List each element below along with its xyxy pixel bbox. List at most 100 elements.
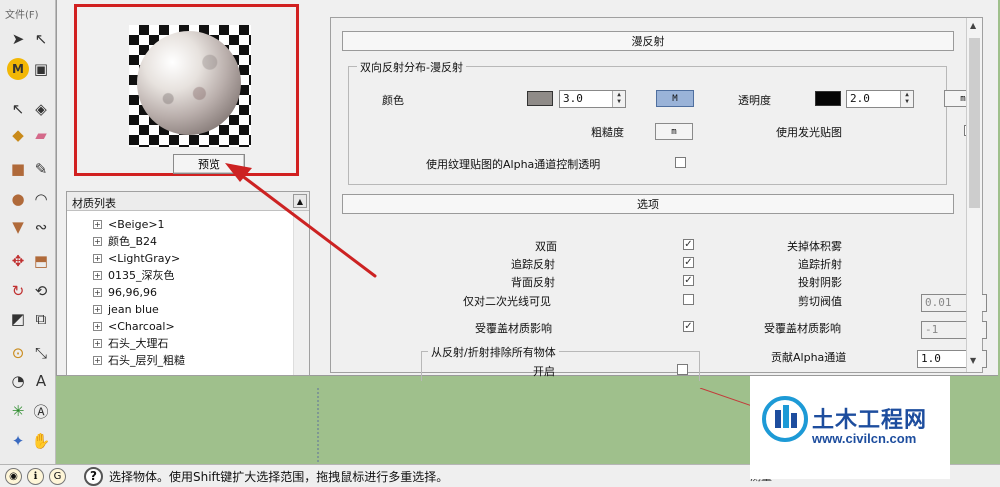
options-section-header[interactable]: 选项 xyxy=(342,194,954,214)
list-item[interactable]: +96,96,96 xyxy=(93,284,157,300)
trace-refraction-label: 追踪折射 xyxy=(798,258,842,271)
preview-sphere xyxy=(137,31,241,135)
material-list-panel: 材质列表 ▲ + <Beige>1 + 颜色_B24 + <LightGray> +0… xyxy=(66,191,310,376)
eraser-icon[interactable]: ▰ xyxy=(30,124,52,146)
list-item[interactable]: + <Charcoal> xyxy=(93,318,175,334)
color-swatch[interactable] xyxy=(527,91,553,106)
move-icon[interactable]: ✥ xyxy=(7,250,29,272)
volume-fog-label: 关掉体积雾 xyxy=(787,240,842,253)
file-menu[interactable]: 文件(F) xyxy=(5,6,39,21)
expand-icon[interactable]: + xyxy=(93,355,102,365)
credits-icon[interactable]: ℹ xyxy=(27,467,44,485)
secondary-rays-label: 仅对二次光线可见 xyxy=(463,295,551,308)
collapse-icon[interactable]: ▲ xyxy=(293,194,307,208)
list-item[interactable]: + jean blue xyxy=(93,301,159,317)
geo-location-icon[interactable]: ◉ xyxy=(5,467,22,485)
double-sided-label: 双面 xyxy=(535,240,557,253)
select-tool-icon[interactable]: ↖ xyxy=(7,98,29,120)
scroll-thumb[interactable] xyxy=(969,38,980,208)
protractor-icon[interactable]: ◔ xyxy=(7,370,29,392)
pencil-icon[interactable]: ✎ xyxy=(30,158,52,180)
circle-icon[interactable]: ● xyxy=(7,188,29,210)
material-list-title: 材质列表 xyxy=(72,197,116,210)
color-label: 颜色 xyxy=(382,94,404,107)
paint-bucket-icon[interactable]: ◆ xyxy=(7,124,29,146)
push-pull-icon[interactable]: ⬒ xyxy=(30,250,52,272)
rectangle-icon[interactable]: ■ xyxy=(7,158,29,180)
transparency-swatch[interactable] xyxy=(815,91,841,106)
expand-icon[interactable]: + xyxy=(93,270,102,280)
left-toolbar: 文件(F) ➤ ↖ M ▣ ↖ ◈ ◆ ▰ ■ ✎ ● ◠ ▼ ∾ ✥ ⬒ ↻ … xyxy=(0,0,56,464)
exclude-objects-title: 从反射/折射排除所有物体 xyxy=(428,344,559,360)
scale-icon[interactable]: ◩ xyxy=(7,308,29,330)
civilcn-logo-icon xyxy=(762,396,808,442)
override-material-right-label: 受覆盖材质影响 xyxy=(764,322,841,335)
secondary-rays-checkbox[interactable] xyxy=(683,294,694,305)
arrow-icon[interactable]: ↖ xyxy=(30,28,52,50)
parameters-scrollbar[interactable]: ▲ ▼ xyxy=(966,18,982,372)
help-icon[interactable]: ? xyxy=(84,466,103,486)
exclude-enable-checkbox[interactable] xyxy=(677,364,688,375)
list-item[interactable]: + 石头_大理石 xyxy=(93,335,169,351)
material-editor-dialog: 预览 材质列表 ▲ + <Beige>1 + 颜色_B24 + <LightGray>… xyxy=(56,0,998,381)
back-reflection-checkbox[interactable]: ✓ xyxy=(683,275,694,286)
expand-icon[interactable]: + xyxy=(93,236,102,246)
expand-icon[interactable]: + xyxy=(93,287,102,297)
freehand-icon[interactable]: ∾ xyxy=(30,216,52,238)
preview-highlight: 预览 xyxy=(74,4,299,176)
material-list-scrollbar[interactable] xyxy=(293,211,309,375)
double-sided-checkbox[interactable]: ✓ xyxy=(683,239,694,250)
list-item[interactable]: + 石头_层列_粗糙 xyxy=(93,352,185,368)
cast-shadow-label: 投射阴影 xyxy=(798,276,842,289)
expand-icon[interactable]: + xyxy=(93,253,102,263)
make-component-icon[interactable]: ◈ xyxy=(30,98,52,120)
polygon-icon[interactable]: ▼ xyxy=(7,216,29,238)
rotate-icon[interactable]: ↻ xyxy=(7,280,29,302)
diffuse-section-header[interactable]: 漫反射 xyxy=(342,31,954,51)
expand-icon[interactable]: + xyxy=(93,219,102,229)
alpha-transparency-checkbox[interactable] xyxy=(675,157,686,168)
override-material-checkbox[interactable]: ✓ xyxy=(683,321,694,332)
model-info-icon[interactable]: M xyxy=(7,58,29,80)
alpha-contribution-label: 贡献Alpha通道 xyxy=(771,351,847,364)
list-item[interactable]: + 颜色_B24 xyxy=(93,233,157,249)
arc-icon[interactable]: ◠ xyxy=(30,188,52,210)
color-map-button[interactable]: M xyxy=(656,90,694,107)
orbit-icon[interactable]: ✦ xyxy=(7,430,29,452)
user-account-icon[interactable]: G xyxy=(49,467,66,485)
component-icon[interactable]: ▣ xyxy=(30,58,52,80)
3d-text-icon[interactable]: Ⓐ xyxy=(30,400,52,422)
dimension-icon[interactable]: ⤡ xyxy=(30,342,52,364)
back-reflection-label: 背面反射 xyxy=(511,276,555,289)
watermark-name: 土木工程网 xyxy=(812,408,928,433)
offset-icon[interactable]: ⧉ xyxy=(30,308,52,330)
expand-icon[interactable]: + xyxy=(93,321,102,331)
clip-threshold-label: 剪切阀值 xyxy=(798,295,842,308)
list-item[interactable]: +0135_深灰色 xyxy=(93,267,175,283)
expand-icon[interactable]: + xyxy=(93,338,102,348)
transparency-multiplier-input[interactable]: 2.0 ▲ ▼ xyxy=(846,90,914,108)
exclude-enable-label: 开启 xyxy=(533,365,555,378)
watermark: 土木工程网 www.civilcn.com xyxy=(750,376,950,479)
tape-measure-icon[interactable]: ⊙ xyxy=(7,342,29,364)
scroll-down-icon: ▼ xyxy=(970,356,977,365)
follow-me-icon[interactable]: ⟲ xyxy=(30,280,52,302)
color-multiplier-input[interactable]: 3.0 ▲ ▼ xyxy=(559,90,626,108)
list-item[interactable]: + <LightGray> xyxy=(93,250,180,266)
list-item[interactable]: + <Beige>1 xyxy=(93,216,165,232)
preview-button[interactable]: 预览 xyxy=(173,154,245,174)
expand-icon[interactable]: + xyxy=(93,304,102,314)
pan-hand-icon[interactable]: ✋ xyxy=(30,430,52,452)
trace-reflection-label: 追踪反射 xyxy=(511,258,555,271)
override-material-label: 受覆盖材质影响 xyxy=(475,322,552,335)
select-arrow-icon[interactable]: ➤ xyxy=(7,28,29,50)
roughness-label: 粗糙度 xyxy=(591,126,624,139)
trace-reflection-checkbox[interactable]: ✓ xyxy=(683,257,694,268)
watermark-url: www.civilcn.com xyxy=(812,431,917,446)
brdf-diffuse-title: 双向反射分布-漫反射 xyxy=(357,59,466,75)
status-message: 选择物体。使用Shift键扩大选择范围，拖拽鼠标进行多重选择。 xyxy=(109,469,449,484)
text-tool-icon[interactable]: A xyxy=(30,370,52,392)
scroll-up-icon: ▲ xyxy=(970,21,977,30)
roughness-map-button[interactable]: m xyxy=(655,123,693,140)
axes-icon[interactable]: ✳ xyxy=(7,400,29,422)
